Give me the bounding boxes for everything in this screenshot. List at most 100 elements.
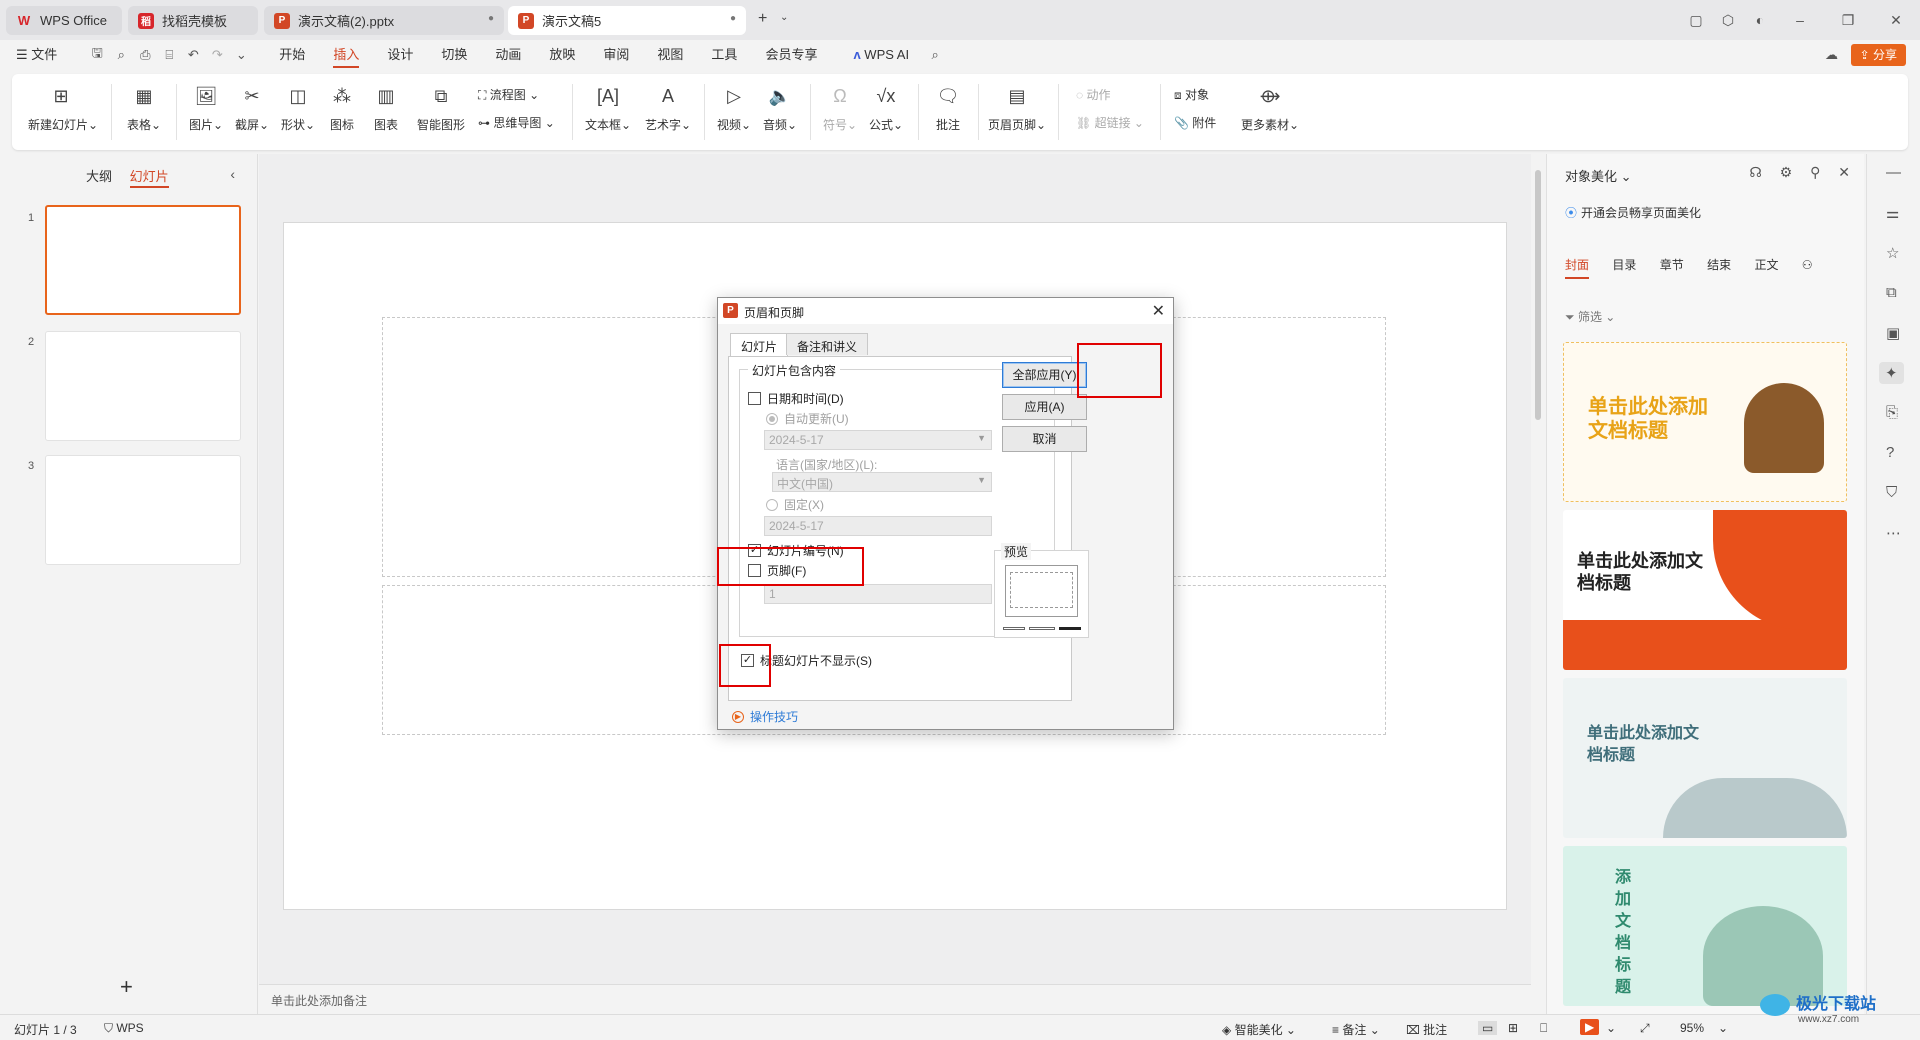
attachment-button[interactable]: 📎 附件 xyxy=(1174,114,1216,131)
menu-design[interactable]: 设计 xyxy=(373,40,427,70)
pin-icon[interactable]: ⚲ xyxy=(1810,164,1820,180)
search-icon[interactable]: ⌕ xyxy=(923,47,947,63)
auto-date-select[interactable]: 2024-5-17 ▼ xyxy=(764,430,992,450)
picture-button[interactable]: 🖼 图片⌄ xyxy=(184,82,228,133)
tab-wps-office[interactable]: W WPS Office xyxy=(6,6,122,35)
fixed-radio[interactable] xyxy=(766,498,778,511)
cloud-icon[interactable]: ☁ xyxy=(1825,47,1838,63)
screenshot-button[interactable]: ✂ 截屏⌄ xyxy=(230,82,274,133)
header-footer-button[interactable]: ▤ 页眉页脚⌄ xyxy=(986,82,1048,133)
object-button[interactable]: ⧈ 对象 xyxy=(1174,86,1209,103)
smart-beautify-button[interactable]: ◈ 智能美化 ⌄ xyxy=(1222,1021,1296,1038)
apply-all-button[interactable]: 全部应用(Y) xyxy=(1002,362,1087,388)
footer-input[interactable]: 1 xyxy=(764,584,992,604)
menu-view[interactable]: 视图 xyxy=(643,40,697,70)
tab-body[interactable]: 正文 xyxy=(1754,256,1778,273)
notes-toggle-button[interactable]: ≡ 备注 ⌄ xyxy=(1332,1021,1380,1038)
slide-thumbnail-2[interactable] xyxy=(45,331,241,441)
template-card-3[interactable]: 单击此处添加文档标题 xyxy=(1563,678,1847,838)
sorter-view-icon[interactable]: ⊞ xyxy=(1508,1021,1518,1035)
menu-transitions[interactable]: 切换 xyxy=(427,40,481,70)
icon-button[interactable]: ⁂ 图标 xyxy=(322,82,362,133)
sliders-icon[interactable]: ⚌ xyxy=(1886,204,1899,222)
filter-button[interactable]: ⏷ 筛选 ⌄ xyxy=(1565,308,1615,325)
tips-link[interactable]: ▶ 操作技巧 xyxy=(732,708,798,725)
unsaved-dot-icon[interactable]: ● xyxy=(488,13,494,24)
auto-update-radio[interactable] xyxy=(766,412,778,425)
zoom-level[interactable]: 95% xyxy=(1680,1021,1704,1035)
comment-button[interactable]: 🗨 批注 xyxy=(926,82,970,133)
star-icon[interactable]: ☆ xyxy=(1886,244,1899,262)
close-panel-icon[interactable]: ✕ xyxy=(1838,164,1850,180)
template-card-1[interactable]: 单击此处添加文档标题 xyxy=(1563,342,1847,502)
textbox-button[interactable]: [A] 文本框⌄ xyxy=(580,82,636,133)
menu-tools[interactable]: 工具 xyxy=(697,40,751,70)
print-icon[interactable]: ⎙ xyxy=(133,47,157,63)
comment-toggle-button[interactable]: ⌧ 批注 xyxy=(1406,1021,1447,1038)
image-edit-icon[interactable]: ▣ xyxy=(1886,324,1900,342)
tab-presentation-5[interactable]: P 演示文稿5 ● xyxy=(508,6,746,35)
more-material-button[interactable]: ⟴ 更多素材⌄ xyxy=(1238,82,1302,133)
tab-chapter[interactable]: 章节 xyxy=(1660,256,1684,273)
tab-toc[interactable]: 目录 xyxy=(1612,256,1636,273)
menu-insert[interactable]: 插入 xyxy=(319,40,373,70)
chart-button[interactable]: ▥ 图表 xyxy=(366,82,406,133)
fixed-date-input[interactable]: 2024-5-17 xyxy=(764,516,992,536)
scrollbar-thumb[interactable] xyxy=(1535,170,1541,420)
tab-notes-handouts[interactable]: 备注和讲义 xyxy=(786,333,869,355)
minimize-icon[interactable]: – xyxy=(1776,12,1824,28)
undo-icon[interactable]: ↶ xyxy=(181,47,205,63)
tab-ending[interactable]: 结束 xyxy=(1707,256,1731,273)
redo-icon[interactable]: ↷ xyxy=(205,47,229,63)
video-button[interactable]: ▷ 视频⌄ xyxy=(712,82,756,133)
wordart-button[interactable]: A 艺术字⌄ xyxy=(640,82,696,133)
close-icon[interactable]: ✕ xyxy=(1872,12,1920,29)
template-card-2[interactable]: 单击此处添加文档标题 xyxy=(1563,510,1847,670)
add-slide-icon[interactable]: + xyxy=(120,974,133,1000)
mindmap-button[interactable]: ⊶ 思维导图 ⌄ xyxy=(478,114,555,131)
restore-icon[interactable]: ❐ xyxy=(1824,12,1872,29)
cube-icon[interactable]: ⬡ xyxy=(1712,12,1744,29)
tab-list-chevron-icon[interactable]: ⌄ xyxy=(780,12,788,23)
print-preview-icon[interactable]: ⌸ xyxy=(157,47,181,63)
settings-gear-icon[interactable]: ⚙ xyxy=(1780,164,1793,180)
date-time-checkbox[interactable] xyxy=(748,392,761,405)
window-layout-icon[interactable]: ▢ xyxy=(1680,12,1712,29)
new-tab-icon[interactable]: + xyxy=(758,10,767,28)
table-button[interactable]: ▦ 表格⌄ xyxy=(122,82,166,133)
beautify-tool-icon[interactable]: ✦ xyxy=(1879,362,1904,384)
menu-slideshow[interactable]: 放映 xyxy=(535,40,589,70)
shirt-icon[interactable]: ⛉ xyxy=(1886,484,1897,501)
dialog-close-icon[interactable]: ✕ xyxy=(1152,301,1165,321)
tab-slides[interactable]: 幻灯片 xyxy=(130,169,169,184)
menu-home[interactable]: 开始 xyxy=(265,40,319,70)
template-card-4[interactable]: 添加文档标题 xyxy=(1563,846,1847,1006)
quick-access-chevron-icon[interactable]: ⌄ xyxy=(229,47,253,63)
tab-slide[interactable]: 幻灯片 xyxy=(730,333,789,357)
copy-icon[interactable]: ⧉ xyxy=(1886,284,1897,301)
hyperlink-button[interactable]: ⛓ 超链接 ⌄ xyxy=(1076,114,1144,131)
symbol-button[interactable]: Ω 符号⌄ xyxy=(818,82,862,133)
date-time-checkbox-row[interactable]: 日期和时间(D) xyxy=(748,390,844,407)
user-avatar-icon[interactable]: ◐ xyxy=(1744,12,1776,28)
wps-ai-button[interactable]: ʌ WPS AI xyxy=(839,40,923,70)
formula-button[interactable]: √x 公式⌄ xyxy=(864,82,908,133)
apply-button[interactable]: 应用(A) xyxy=(1002,394,1087,420)
flowchart-button[interactable]: ⛶ 流程图 ⌄ xyxy=(478,86,539,103)
beautify-title[interactable]: 对象美化 ⌄ xyxy=(1565,166,1632,185)
more-icon[interactable]: ⋯ xyxy=(1886,524,1901,542)
slide-thumbnail-3[interactable] xyxy=(45,455,241,565)
normal-view-icon[interactable]: ▭ xyxy=(1478,1021,1498,1035)
pin-icon[interactable]: ⌕ xyxy=(109,47,133,63)
play-slideshow-icon[interactable]: ▶ xyxy=(1580,1019,1600,1035)
tab-docer[interactable]: 稻 找稻壳模板 xyxy=(128,6,258,35)
menu-animations[interactable]: 动画 xyxy=(481,40,535,70)
vip-banner[interactable]: ⦿ 开通会员畅享页面美化 xyxy=(1565,204,1701,221)
language-select[interactable]: 中文(中国) ▼ xyxy=(772,472,992,492)
notes-area[interactable]: 单击此处添加备注 xyxy=(259,984,1531,1014)
new-slide-button[interactable]: ⊞ 新建幻灯片⌄ xyxy=(28,82,98,133)
menu-member[interactable]: 会员专享 xyxy=(751,40,831,70)
minus-icon[interactable]: — xyxy=(1886,164,1901,181)
play-options-chevron-icon[interactable]: ⌄ xyxy=(1606,1021,1616,1035)
smart-graphic-button[interactable]: ⧉ 智能图形 xyxy=(410,82,472,133)
